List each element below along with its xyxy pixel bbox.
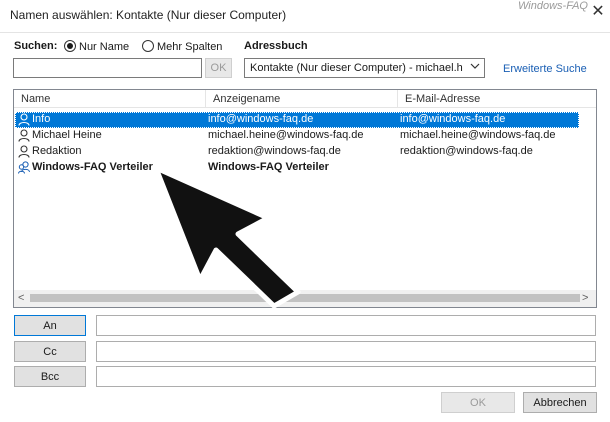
bcc-field[interactable] bbox=[96, 366, 596, 387]
addressbook-label: Adressbuch bbox=[244, 40, 308, 52]
addressbook-selected: Kontakte (Nur dieser Computer) - michael… bbox=[250, 62, 463, 74]
contact-icon bbox=[18, 145, 30, 158]
bcc-button[interactable]: Bcc bbox=[14, 366, 86, 387]
title-divider bbox=[0, 32, 610, 33]
contact-name: Redaktion bbox=[32, 145, 82, 157]
close-icon[interactable]: ✕ bbox=[590, 4, 606, 20]
list-header: Name Anzeigename E-Mail-Adresse bbox=[14, 90, 596, 108]
contact-icon bbox=[18, 129, 30, 142]
scroll-left-icon[interactable]: < bbox=[18, 292, 24, 304]
contact-email: info@windows-faq.de bbox=[400, 113, 506, 125]
contact-display-name: redaktion@windows-faq.de bbox=[208, 145, 341, 157]
cc-button[interactable]: Cc bbox=[14, 341, 86, 362]
radio-more-columns-label: Mehr Spalten bbox=[157, 41, 223, 53]
search-ok-button[interactable]: OK bbox=[205, 58, 232, 78]
contact-email: michael.heine@windows-faq.de bbox=[400, 129, 556, 141]
cc-field[interactable] bbox=[96, 341, 596, 362]
contact-display-name: michael.heine@windows-faq.de bbox=[208, 129, 364, 141]
column-name[interactable]: Name bbox=[21, 93, 50, 105]
search-input[interactable] bbox=[13, 58, 202, 78]
column-separator bbox=[205, 90, 206, 108]
radio-name-only-label: Nur Name bbox=[79, 41, 130, 53]
pointer-arrow-icon bbox=[153, 165, 301, 309]
radio-unselected-icon[interactable] bbox=[142, 40, 154, 52]
search-label: Suchen: bbox=[14, 40, 58, 52]
radio-selected-icon[interactable] bbox=[64, 40, 76, 52]
advanced-search-link[interactable]: Erweiterte Suche bbox=[503, 63, 587, 75]
to-button[interactable]: An bbox=[14, 315, 86, 336]
contact-name: Michael Heine bbox=[32, 129, 102, 141]
table-row[interactable]: Michael Heine michael.heine@windows-faq.… bbox=[15, 128, 579, 144]
radio-more-columns[interactable]: Mehr Spalten bbox=[142, 40, 222, 53]
table-row[interactable]: Info info@windows-faq.de info@windows-fa… bbox=[15, 112, 579, 128]
column-email[interactable]: E-Mail-Adresse bbox=[405, 93, 480, 105]
scroll-right-icon[interactable]: > bbox=[582, 292, 588, 304]
column-separator bbox=[397, 90, 398, 108]
to-field[interactable] bbox=[96, 315, 596, 336]
contact-email: redaktion@windows-faq.de bbox=[400, 145, 533, 157]
ok-button[interactable]: OK bbox=[441, 392, 515, 413]
contact-name: Info bbox=[32, 113, 51, 125]
watermark-logo: Windows-FAQ bbox=[518, 0, 588, 12]
cancel-button[interactable]: Abbrechen bbox=[523, 392, 597, 413]
table-row[interactable]: Redaktion redaktion@windows-faq.de redak… bbox=[15, 144, 579, 160]
distribution-list-icon bbox=[18, 161, 30, 174]
contact-display-name: info@windows-faq.de bbox=[208, 113, 314, 125]
addressbook-dropdown[interactable]: Kontakte (Nur dieser Computer) - michael… bbox=[244, 58, 485, 78]
radio-name-only[interactable]: Nur Name bbox=[64, 40, 129, 53]
column-display-name[interactable]: Anzeigename bbox=[213, 93, 280, 105]
chevron-down-icon[interactable] bbox=[470, 61, 480, 74]
contact-name: Windows-FAQ Verteiler bbox=[32, 161, 153, 173]
window-title: Namen auswählen: Kontakte (Nur dieser Co… bbox=[10, 8, 287, 22]
contact-icon bbox=[18, 113, 30, 126]
